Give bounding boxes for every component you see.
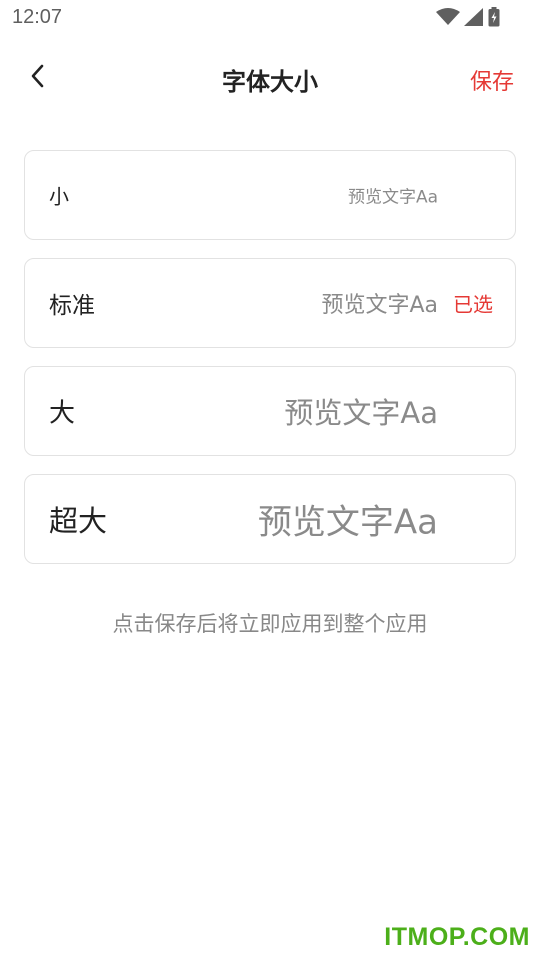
page-title: 字体大小 [222,68,318,96]
font-size-option-extra-large[interactable]: 超大 预览文字Aa [24,474,516,564]
save-button[interactable]: 保存 [470,64,514,96]
app-header: 字体大小 保存 [0,48,540,108]
cellular-signal-icon [464,8,484,26]
status-time: 12:07 [12,6,63,28]
option-label: 大 [49,398,76,429]
hint-text: 点击保存后将立即应用到整个应用 [112,612,428,636]
font-size-option-standard[interactable]: 标准 预览文字Aa 已选 [24,258,516,348]
option-preview: 预览文字Aa [347,187,438,208]
selected-badge: 已选 [453,292,493,317]
option-preview: 预览文字Aa [284,396,438,430]
font-size-screen: 12:07 字体大小 保存 小 预览文字Aa 标准 预览文字Aa 已选 大 预览… [0,0,540,960]
option-preview: 预览文字Aa [321,293,438,318]
font-size-option-small[interactable]: 小 预览文字Aa [24,150,516,240]
status-bar: 12:07 [0,0,540,36]
battery-charging-icon [488,7,500,27]
watermark-logo: ITMOP.COM [384,923,530,951]
option-label: 小 [49,184,69,209]
status-icons [436,7,500,27]
font-size-options: 小 预览文字Aa 标准 预览文字Aa 已选 大 预览文字Aa 超大 预览文字Aa [24,150,516,582]
option-label: 超大 [49,504,108,538]
font-size-option-large[interactable]: 大 预览文字Aa [24,366,516,456]
option-preview: 预览文字Aa [257,502,438,543]
wifi-icon [436,8,460,26]
option-label: 标准 [49,293,95,319]
